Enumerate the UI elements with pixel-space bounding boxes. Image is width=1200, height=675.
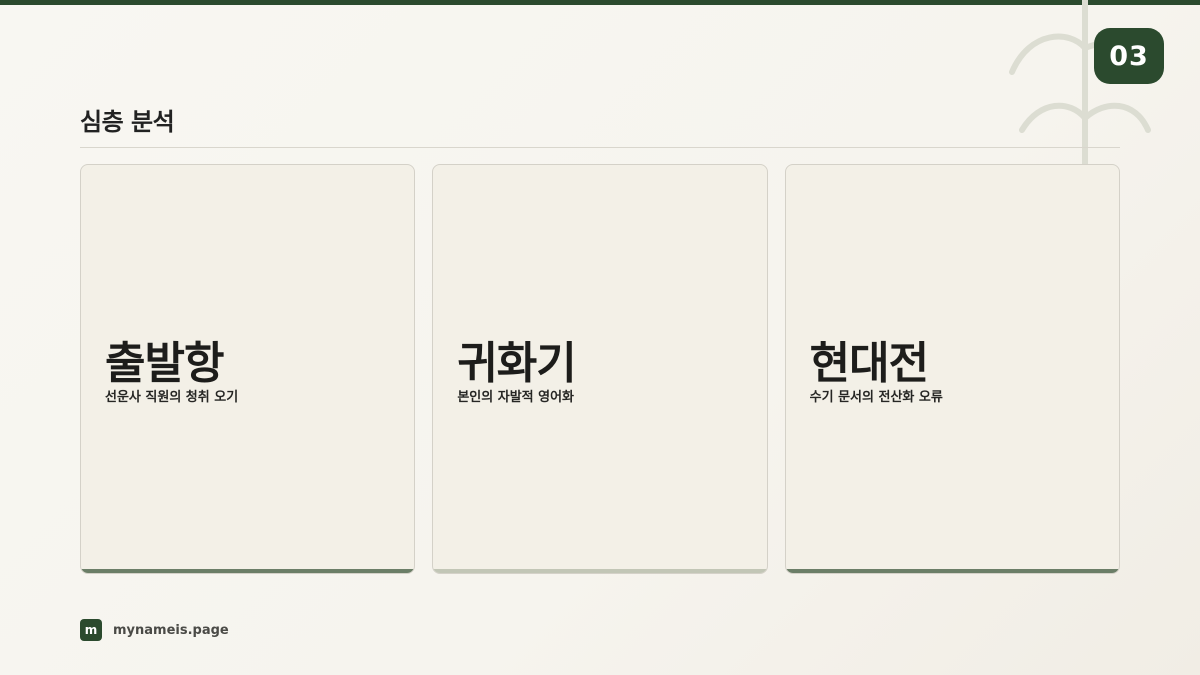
card-accent-bar xyxy=(81,569,415,573)
card-naturalization: 귀화기 본인의 자발적 영어화 xyxy=(432,164,768,574)
site-url[interactable]: mynameis.page xyxy=(113,623,229,638)
card-accent-bar xyxy=(785,569,1119,573)
slide: 03 심층 분석 출발항 선운사 직원의 청취 오기 귀화기 본인의 자발적 영… xyxy=(0,0,1200,675)
card-accent-bar xyxy=(433,569,767,573)
card-title: 출발항 xyxy=(105,338,224,389)
site-logo: m xyxy=(80,619,102,641)
card-title: 귀화기 xyxy=(457,338,576,389)
page-title: 심층 분석 xyxy=(80,108,175,136)
title-divider xyxy=(80,147,1120,148)
plant-sprout-icon xyxy=(1009,0,1151,170)
card-modern-era: 현대전 수기 문서의 전산화 오류 xyxy=(784,164,1120,574)
slide-number-badge: 03 xyxy=(1094,28,1164,84)
footer: m mynameis.page xyxy=(80,619,229,641)
card-subtitle: 선운사 직원의 청취 오기 xyxy=(105,390,239,405)
card-title: 현대전 xyxy=(809,338,929,389)
card-subtitle: 수기 문서의 전산화 오류 xyxy=(809,390,943,405)
card-departure-port: 출발항 선운사 직원의 청취 오기 xyxy=(80,164,416,574)
card-subtitle: 본인의 자발적 영어화 xyxy=(457,390,575,405)
card-row: 출발항 선운사 직원의 청취 오기 귀화기 본인의 자발적 영어화 현대전 수기… xyxy=(80,164,1120,574)
